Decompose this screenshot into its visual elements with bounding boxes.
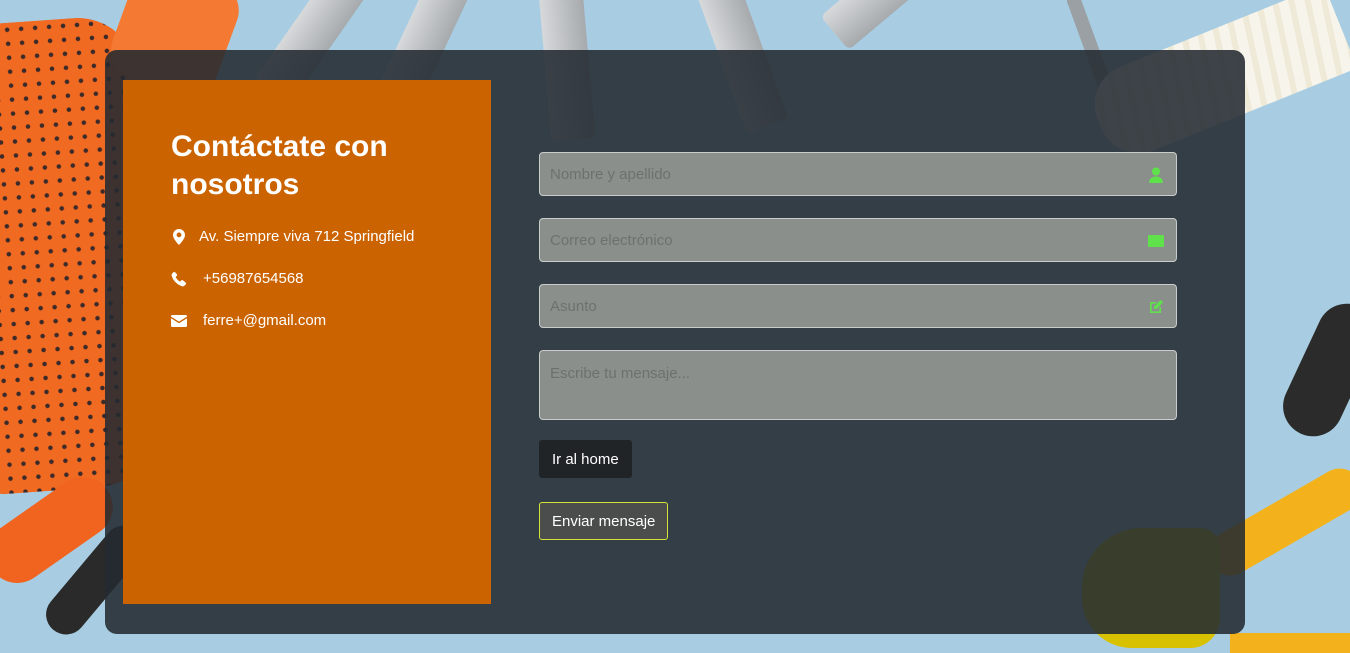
contact-info-panel: Contáctate con nosotros Av. Siempre viva… — [123, 80, 491, 604]
contact-phone: +56987654568 — [171, 270, 304, 287]
envelope-icon — [171, 313, 187, 329]
phone-icon — [171, 271, 187, 287]
phone-text: +56987654568 — [203, 270, 304, 287]
email-field — [539, 218, 1177, 262]
contact-title: Contáctate con nosotros — [171, 130, 388, 201]
pliers-decoration — [1273, 293, 1350, 447]
email-input[interactable] — [540, 219, 1176, 261]
name-input[interactable] — [540, 153, 1176, 195]
subject-input[interactable] — [540, 285, 1176, 327]
envelope-icon — [1148, 233, 1164, 249]
tool-decoration — [1230, 633, 1350, 653]
email-text: ferre+@gmail.com — [203, 312, 327, 329]
location-pin-icon — [171, 228, 187, 245]
home-button[interactable]: Ir al home — [539, 440, 632, 478]
address-text: Av. Siempre viva 712 Springfield — [199, 228, 415, 245]
name-field — [539, 152, 1177, 196]
send-message-button[interactable]: Enviar mensaje — [539, 502, 669, 540]
contact-card: Contáctate con nosotros Av. Siempre viva… — [105, 50, 1245, 634]
message-textarea[interactable] — [540, 351, 1176, 419]
message-field — [539, 350, 1177, 420]
contact-email: ferre+@gmail.com — [171, 312, 326, 329]
edit-icon — [1148, 299, 1164, 315]
subject-field — [539, 284, 1177, 328]
contact-address: Av. Siempre viva 712 Springfield — [171, 228, 414, 245]
user-icon — [1148, 167, 1164, 183]
ruler-decoration — [820, 0, 964, 51]
